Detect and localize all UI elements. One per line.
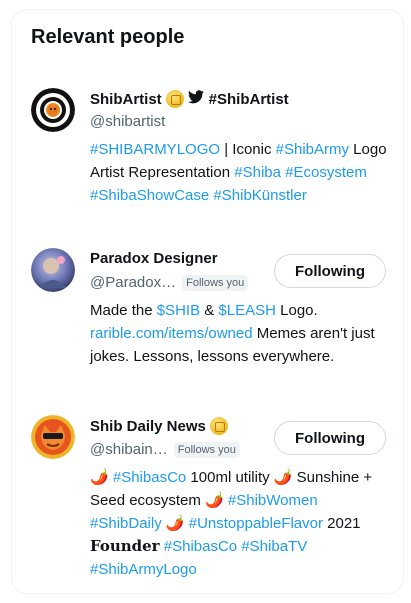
avatar[interactable] [31, 415, 75, 459]
name-line[interactable]: Paradox Designer [90, 250, 218, 267]
bio-text: & [200, 302, 219, 319]
bio-text: Logo. [275, 302, 318, 319]
gold-coin-icon [209, 417, 228, 435]
display-name-suffix: #ShibArtist [208, 90, 289, 108]
avatar[interactable] [31, 88, 75, 132]
hashtag-link[interactable]: $LEASH [218, 302, 276, 319]
display-name[interactable]: Shib Daily News [90, 418, 206, 435]
gold-coin-icon [165, 90, 184, 108]
bird-icon [187, 90, 204, 108]
display-name[interactable]: Paradox Designer [90, 250, 218, 267]
bio: #SHIBARMYLOGO | Iconic #ShibArmy Logo Ar… [90, 138, 390, 207]
follows-you-badge: Follows you [173, 441, 240, 458]
hashtag-link[interactable]: #ShibaTV [241, 538, 307, 555]
bio: Made the $SHIB & $LEASH Logo. rarible.co… [90, 299, 390, 368]
person-shibartist[interactable]: ShibArtist #ShibArtist @shibartist #SHIB… [12, 80, 403, 230]
hashtag-link[interactable]: #ShibArmy [276, 141, 349, 158]
handle: @shibartist [90, 113, 166, 130]
bio-text: 2021 [322, 515, 361, 532]
bio-text: Founder [90, 537, 160, 555]
bio-text: | Iconic [220, 141, 276, 158]
bio-text: Made the [90, 302, 157, 319]
handle-line: @Paradox… Follows you [90, 274, 249, 291]
person-shib-daily-news[interactable]: Shib Daily News @shibain… Follows you Fo… [12, 413, 403, 593]
hashtag-link[interactable]: #ShibWomen [228, 492, 318, 509]
section-title: Relevant people [31, 26, 185, 48]
bio-text: 🌶️ [90, 469, 113, 486]
hashtag-link[interactable]: $SHIB [157, 302, 200, 319]
hashtag-link[interactable]: #Ecosystem [285, 164, 367, 181]
display-name[interactable]: ShibArtist [90, 91, 162, 108]
hashtag-link[interactable]: #SHIBARMYLOGO [90, 141, 220, 158]
handle: @shibain… [90, 441, 168, 458]
handle: @Paradox… [90, 274, 177, 291]
following-button[interactable]: Following [274, 254, 386, 288]
name-line[interactable]: Shib Daily News [90, 417, 228, 435]
name-line[interactable]: ShibArtist #ShibArtist [90, 90, 289, 108]
hashtag-link[interactable]: #ShibasCo [113, 469, 186, 486]
hashtag-link[interactable]: #ShibArmyLogo [90, 561, 197, 578]
hashtag-link[interactable]: #Shiba [234, 164, 281, 181]
hashtag-link[interactable]: #ShibDaily [90, 515, 162, 532]
hashtag-link[interactable]: #ShibasCo [164, 538, 237, 555]
hashtag-link[interactable]: #UnstoppableFlavor [189, 515, 323, 532]
hashtag-link[interactable]: #ShibaShowCase [90, 187, 209, 204]
person-paradox-designer[interactable]: Paradox Designer @Paradox… Follows you F… [12, 246, 403, 386]
handle-line: @shibain… Follows you [90, 441, 240, 458]
bio-text: 🌶️ [161, 515, 189, 532]
following-button[interactable]: Following [274, 421, 386, 455]
hashtag-link[interactable]: rarible.com/items/owned [90, 325, 253, 342]
bio: 🌶️ #ShibasCo 100ml utility 🌶️ Sunshine +… [90, 466, 390, 581]
hashtag-link[interactable]: #ShibKünstler [213, 187, 306, 204]
relevant-people-card: Relevant people ShibArtist #ShibArtist @… [11, 9, 404, 594]
handle-line: @shibartist [90, 113, 165, 130]
follows-you-badge: Follows you [182, 274, 249, 291]
avatar[interactable] [31, 248, 75, 292]
